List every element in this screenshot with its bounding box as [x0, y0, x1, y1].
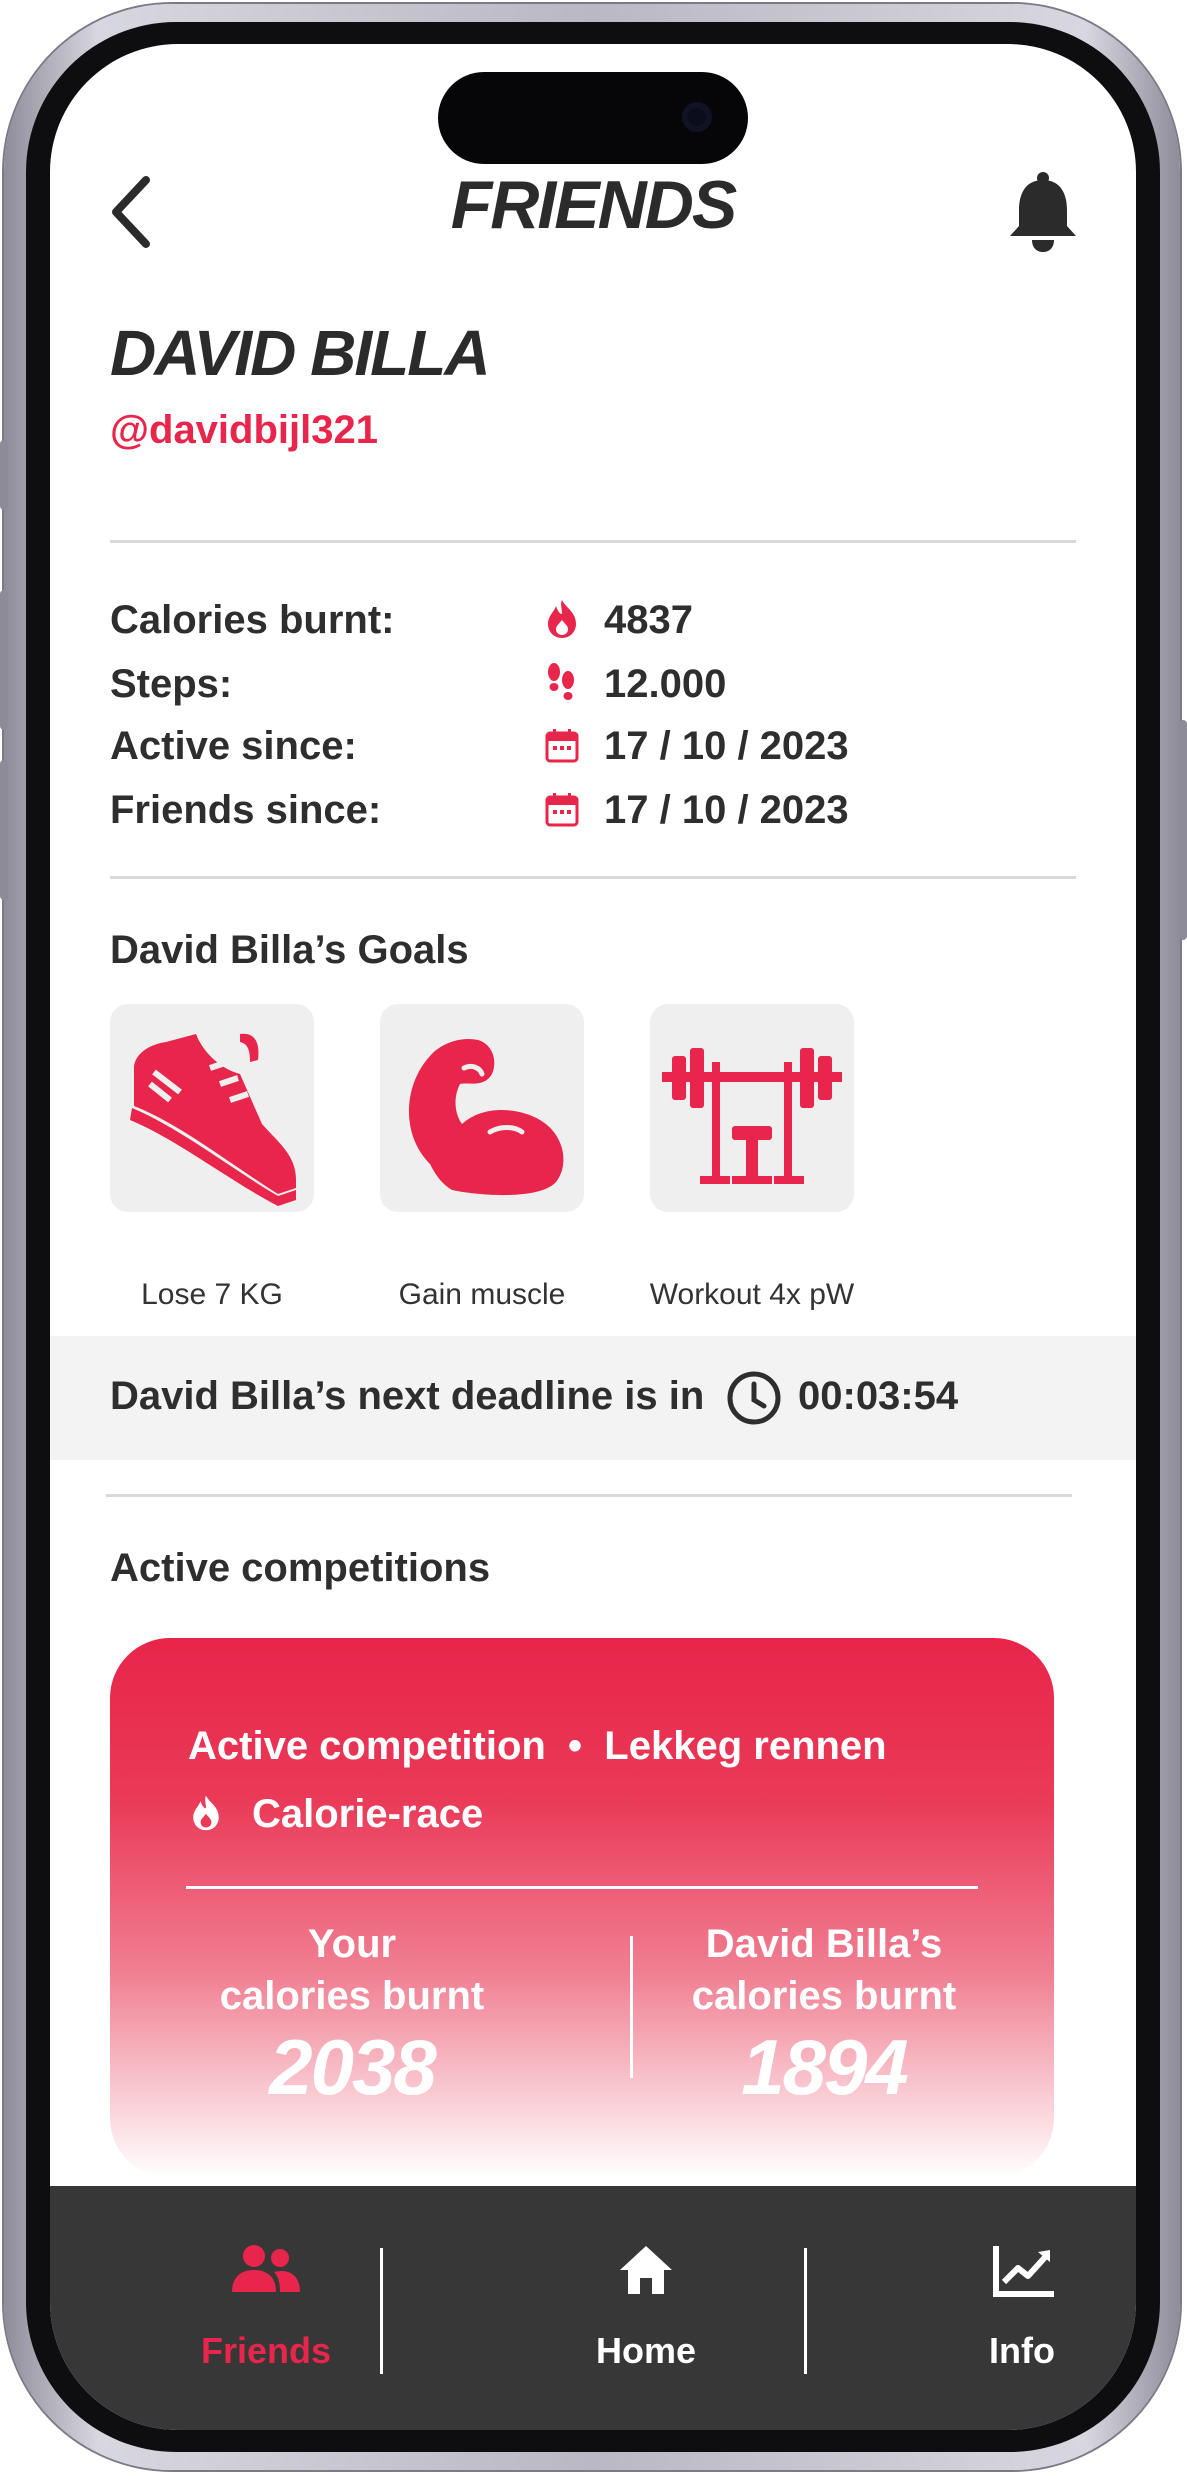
your-calories-label: Your calories burnt [162, 1918, 542, 2022]
stat-value-friends-since: 17 / 10 / 2023 [604, 788, 849, 832]
tab-info-label: Info [989, 2330, 1055, 2371]
mute-switch [0, 440, 8, 510]
your-calories-label-line1: Your [307, 1922, 397, 1966]
screen: FRIENDS DAVID BILLA @davidbijl321 Calori… [50, 44, 1136, 2430]
divider [106, 1494, 1072, 1497]
deadline-bar: David Billa’s next deadline is in 00:03:… [50, 1336, 1136, 1460]
bell-icon [1010, 172, 1076, 252]
page-title: FRIENDS [450, 167, 737, 243]
users-icon [232, 2245, 300, 2292]
goal-card-gain-muscle[interactable] [380, 1004, 584, 1212]
tab-home[interactable]: Home [536, 2242, 756, 2382]
friend-calories-label: David Billa’s calories burnt [634, 1918, 1014, 2022]
friend-calories-label-line2: calories burnt [691, 1974, 957, 2018]
notifications-button[interactable] [1006, 170, 1080, 254]
competition-divider [186, 1886, 978, 1889]
tab-info[interactable]: Info [912, 2242, 1132, 2382]
friend-calories-value: 1894 [741, 2023, 909, 2111]
stat-label-active-since: Active since: [110, 724, 357, 768]
competitions-heading: Active competitions [110, 1546, 491, 1590]
calendar-icon [540, 724, 584, 768]
competition-type: Calorie-race [252, 1792, 484, 1836]
camera-icon [682, 102, 712, 132]
footsteps-icon [540, 660, 584, 704]
back-button[interactable] [106, 172, 156, 252]
deadline-time: 00:03:54 [798, 1374, 959, 1418]
tab-bar: Friends Home Info [50, 2186, 1136, 2430]
volume-down-button [0, 760, 8, 900]
goals-heading: David Billa’s Goals [110, 928, 469, 972]
stat-label-calories: Calories burnt: [110, 598, 395, 642]
flame-icon [540, 596, 584, 640]
competition-card[interactable]: Active competition • Lekkeg rennen Calor… [110, 1638, 1054, 2178]
stat-value-active-since: 17 / 10 / 2023 [604, 724, 849, 768]
running-shoe-icon [130, 1033, 296, 1206]
friend-handle: @davidbijl321 [110, 408, 378, 452]
goal-label: Lose 7 KG [141, 1278, 283, 1311]
divider [110, 540, 1076, 543]
flame-icon [186, 1790, 226, 1834]
competition-column-divider [630, 1936, 633, 2078]
calendar-icon [540, 788, 584, 832]
flexed-bicep-icon [408, 1038, 564, 1196]
stat-value-steps: 12.000 [604, 662, 727, 706]
chevron-left-icon [112, 176, 150, 248]
goal-label: Gain muscle [398, 1278, 566, 1311]
goal-card-lose-weight[interactable] [110, 1004, 314, 1212]
stat-value-calories: 4837 [604, 598, 693, 642]
tab-separator [804, 2248, 807, 2374]
divider [110, 876, 1076, 879]
deadline-text: David Billa’s next deadline is in [110, 1374, 705, 1418]
goal-label: Workout 4x pW [649, 1278, 855, 1311]
volume-up-button [0, 590, 8, 730]
your-calories-value: 2038 [269, 2023, 437, 2111]
competition-title: Active competition • Lekkeg rennen [188, 1724, 887, 1768]
dynamic-island [438, 72, 748, 164]
chart-line-icon [993, 2246, 1054, 2297]
power-button [1179, 720, 1187, 940]
goal-card-workout[interactable] [650, 1004, 854, 1212]
clock-icon [726, 1370, 782, 1426]
tab-friends[interactable]: Friends [156, 2242, 376, 2382]
tab-friends-label: Friends [200, 2330, 332, 2371]
your-calories-label-line2: calories burnt [219, 1974, 485, 2018]
tab-separator [380, 2248, 383, 2374]
stat-label-steps: Steps: [110, 662, 233, 706]
stat-label-friends-since: Friends since: [110, 788, 382, 832]
friend-name: DAVID BILLA [110, 317, 491, 389]
bench-press-icon [662, 1048, 842, 1184]
friend-calories-label-line1: David Billa’s [705, 1922, 943, 1966]
home-icon [620, 2246, 672, 2294]
tab-home-label: Home [595, 2330, 697, 2371]
